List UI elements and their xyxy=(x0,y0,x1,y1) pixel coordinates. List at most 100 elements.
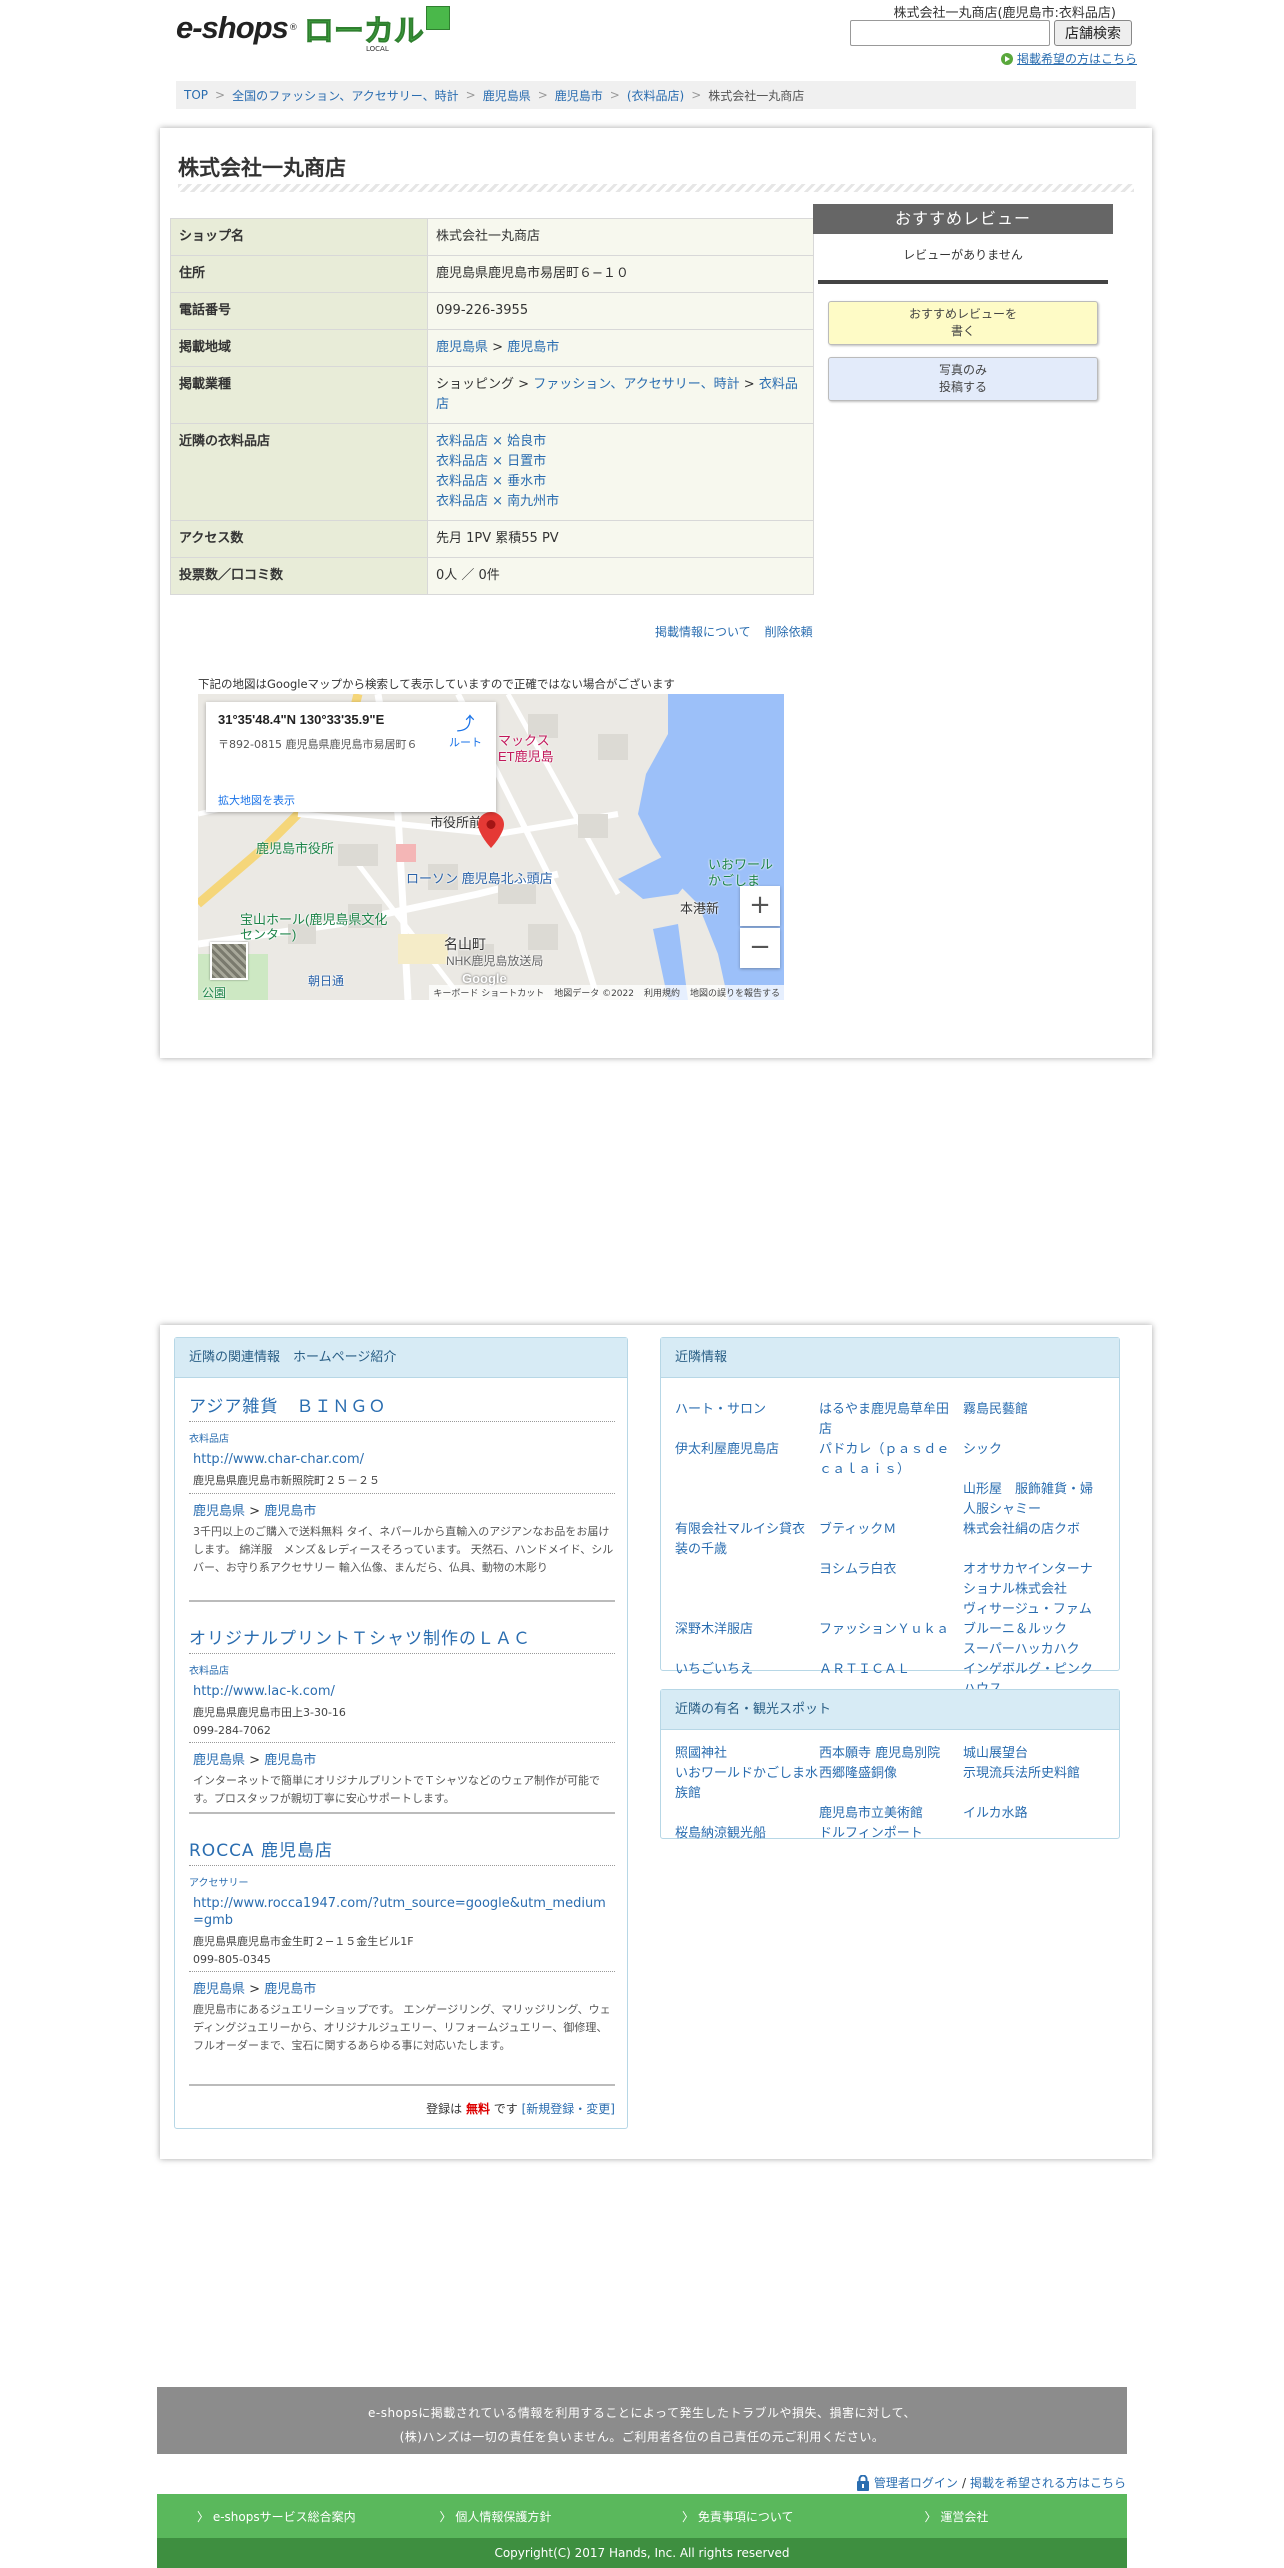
tourist-spot-link[interactable]: イルカ水路 xyxy=(963,1804,1107,1824)
related-item-name[interactable]: アジア雑貨 ＢＩＮＧＯ xyxy=(189,1392,615,1422)
related-item-divider xyxy=(189,2084,615,2086)
table-row: アクセス数 先月 1PV 累積55 PV xyxy=(170,520,814,558)
store-search-button[interactable]: 店舗検索 xyxy=(1054,20,1132,46)
map-report-link[interactable]: 地図の誤りを報告する xyxy=(690,986,780,999)
tourist-spot-link[interactable]: 照國神社 xyxy=(675,1744,819,1764)
nearby-shop-link[interactable]: 有限会社マルイシ貸衣装の千歳 xyxy=(675,1520,819,1560)
map-address: 〒892-0815 鹿児島県鹿児島市易居町６ xyxy=(218,738,418,751)
no-reviews-text: レビューがありません xyxy=(903,248,1023,262)
shop-address-value: 鹿児島県鹿児島市易居町６−１０ xyxy=(427,255,814,293)
area-city-link[interactable]: 鹿児島市 xyxy=(507,340,559,355)
business-fashion-link[interactable]: ファッション、アクセサリー、時計 xyxy=(533,377,739,392)
footer-nav-item[interactable]: 〉 個人情報保護方針 xyxy=(400,2508,643,2525)
nearby-shop-link[interactable]: ヴィサージュ・ファム xyxy=(963,1600,1107,1620)
tourist-spot-link[interactable]: ドルフィンポート xyxy=(819,1824,963,1844)
map-enlarge-link[interactable]: 拡大地図を表示 xyxy=(218,792,295,808)
nearby-clothing-link[interactable]: 衣料品店 × 南九州市 xyxy=(436,494,559,509)
tourist-spot-link[interactable]: 城山展望台 xyxy=(963,1744,1107,1764)
shop-business-value: ショッピング > ファッション、アクセサリー、時計 > 衣料品店 xyxy=(427,366,814,424)
nearby-shop-link[interactable]: オオサカヤインターナショナル株式会社 xyxy=(963,1560,1107,1600)
area-separator: > xyxy=(492,340,504,355)
site-logo[interactable]: e-shops ® ローカル LOCAL xyxy=(176,6,450,53)
new-registration-link[interactable]: [新規登録・変更] xyxy=(522,2102,615,2116)
listing-wish-link[interactable]: 掲載を希望される方はこちら xyxy=(970,2474,1126,2491)
related-item-url[interactable]: http://www.rocca1947.com/?utm_source=goo… xyxy=(189,1895,615,1929)
nearby-shop-link[interactable]: ヨシムラ白衣 xyxy=(819,1560,963,1600)
related-item-prefecture-link[interactable]: 鹿児島県 xyxy=(193,1982,245,1997)
write-review-line2: 書く xyxy=(950,324,975,338)
related-item-name[interactable]: オリジナルプリントＴシャツ制作のＬＡＣ xyxy=(189,1624,615,1654)
nearby-shop-link[interactable]: 伊太利屋鹿児島店 xyxy=(675,1440,819,1480)
nearby-clothing-links: 衣料品店 × 姶良市 衣料品店 × 日置市 衣料品店 × 垂水市 衣料品店 × … xyxy=(427,423,814,521)
map-label-maruya-2: ET鹿児島 xyxy=(498,749,554,764)
nearby-shop-link[interactable]: ブティックＭ xyxy=(819,1520,963,1560)
map-zoom-in-button[interactable]: + xyxy=(740,886,780,926)
area-prefecture-link[interactable]: 鹿児島県 xyxy=(436,340,488,355)
breadcrumb-business-type[interactable]: (衣料品店) xyxy=(627,87,684,104)
nearby-shop-link[interactable]: 霧島民藝館 xyxy=(963,1400,1107,1440)
nearby-shop-link[interactable]: はるやま鹿児島草牟田店 xyxy=(819,1400,963,1440)
related-item-category[interactable]: 衣料品店 xyxy=(189,1430,615,1445)
tourist-spot-link[interactable]: 示現流兵法所史料館 xyxy=(963,1764,1107,1804)
listing-request-link[interactable]: 掲載希望の方はこちら xyxy=(1000,50,1137,67)
tourist-spot-link[interactable]: 桜島納涼観光船 xyxy=(675,1824,819,1844)
logo-local-text: ローカル xyxy=(303,15,424,49)
map-keyboard-shortcuts[interactable]: キーボード ショートカット xyxy=(433,986,544,999)
map-terms-link[interactable]: 利用規約 xyxy=(644,986,680,999)
breadcrumb-category[interactable]: 全国のファッション、アクセサリー、時計 xyxy=(232,87,459,104)
nearby-shop-link[interactable]: 深野木洋服店 xyxy=(675,1620,819,1640)
admin-login-link[interactable]: 管理者ログイン xyxy=(874,2474,958,2491)
footer-nav-item[interactable]: 〉 免責事項について xyxy=(642,2508,885,2525)
tourist-empty-cell xyxy=(675,1804,819,1824)
nearby-info-header: 近隣情報 xyxy=(661,1338,1119,1378)
map-coordinates: 31°35'48.4"N 130°33'35.9"E xyxy=(218,712,385,727)
related-item-prefecture-link[interactable]: 鹿児島県 xyxy=(193,1753,245,1768)
tourist-spot-link[interactable]: 鹿児島市立美術館 xyxy=(819,1804,963,1824)
breadcrumb-prefecture[interactable]: 鹿児島県 xyxy=(483,87,531,104)
related-item-city-link[interactable]: 鹿児島市 xyxy=(264,1982,316,1997)
nearby-shop-link[interactable]: ファッションＹｕｋａ xyxy=(819,1620,963,1640)
about-listing-link[interactable]: 掲載情報について xyxy=(655,623,751,640)
post-photo-button[interactable]: 写真のみ 投稿する xyxy=(828,357,1098,401)
delete-request-link[interactable]: 削除依頼 xyxy=(765,623,813,640)
map-satellite-toggle[interactable] xyxy=(210,942,248,980)
nearby-clothing-link[interactable]: 衣料品店 × 垂水市 xyxy=(436,474,546,489)
related-item-url[interactable]: http://www.lac-k.com/ xyxy=(189,1683,615,1700)
map-location-pin-icon[interactable] xyxy=(478,812,504,848)
map-zoom-out-button[interactable]: − xyxy=(740,928,780,968)
footer-nav-item[interactable]: 〉 e-shopsサービス総合案内 xyxy=(157,2508,400,2525)
nearby-clothing-link[interactable]: 衣料品店 × 日置市 xyxy=(436,454,546,469)
nearby-shop-link[interactable]: ブルーニ＆ルック xyxy=(963,1620,1107,1640)
tourist-spot-link[interactable]: 西本願寺 鹿児島別院 xyxy=(819,1744,963,1764)
nearby-shop-link[interactable]: パドカレ（ｐａｓｄｅｃａｌａｉｓ） xyxy=(819,1440,963,1480)
nearby-empty-cell xyxy=(819,1600,963,1620)
related-item-divider xyxy=(189,1600,615,1602)
tourist-spot-link[interactable]: いおワールドかごしま水族館 xyxy=(675,1764,819,1804)
related-item-prefecture-link[interactable]: 鹿児島県 xyxy=(193,1504,245,1519)
breadcrumb-top[interactable]: TOP xyxy=(184,88,208,102)
listing-request-text[interactable]: 掲載希望の方はこちら xyxy=(1017,50,1137,67)
related-item-city-link[interactable]: 鹿児島市 xyxy=(264,1753,316,1768)
related-item-url[interactable]: http://www.char-char.com/ xyxy=(189,1451,615,1468)
related-item-city-link[interactable]: 鹿児島市 xyxy=(264,1504,316,1519)
map-route-button[interactable]: ⤴ ルート xyxy=(449,716,482,750)
related-item-category[interactable]: アクセサリー xyxy=(189,1874,615,1889)
nearby-shop-link[interactable]: スーパーハッカハク xyxy=(963,1640,1107,1660)
shop-detail-panel: 株式会社一丸商店 ショップ名 株式会社一丸商店 住所 鹿児島県鹿児島市易居町６−… xyxy=(160,128,1152,1058)
nearby-shop-link[interactable]: ハート・サロン xyxy=(675,1400,819,1440)
related-item-category[interactable]: 衣料品店 xyxy=(189,1662,615,1677)
related-item-name[interactable]: ROCCA 鹿児島店 xyxy=(189,1836,615,1866)
breadcrumb-city[interactable]: 鹿児島市 xyxy=(555,87,603,104)
footer-nav-item[interactable]: 〉 運営会社 xyxy=(885,2508,1128,2525)
search-input[interactable] xyxy=(850,20,1050,46)
breadcrumb-separator: > xyxy=(691,88,702,102)
nearby-shop-link[interactable]: 山形屋 服飾雑貨・婦人服シャミー xyxy=(963,1480,1107,1520)
google-map[interactable]: 市役所前 鹿児島市役所 ローソン 鹿児島北ふ頭店 宝山ホール(鹿児島県文化センタ… xyxy=(198,694,784,1000)
tourist-spot-link[interactable]: 西郷隆盛銅像 xyxy=(819,1764,963,1804)
write-review-button[interactable]: おすすめレビューを 書く xyxy=(828,301,1098,345)
nearby-shop-link[interactable]: 株式会社絹の店クボ xyxy=(963,1520,1107,1560)
nearby-clothing-link[interactable]: 衣料品店 × 姶良市 xyxy=(436,434,546,449)
nearby-empty-cell xyxy=(819,1640,963,1660)
nearby-shop-link[interactable]: シック xyxy=(963,1440,1107,1480)
footer-nav-label: 運営会社 xyxy=(940,2509,989,2524)
